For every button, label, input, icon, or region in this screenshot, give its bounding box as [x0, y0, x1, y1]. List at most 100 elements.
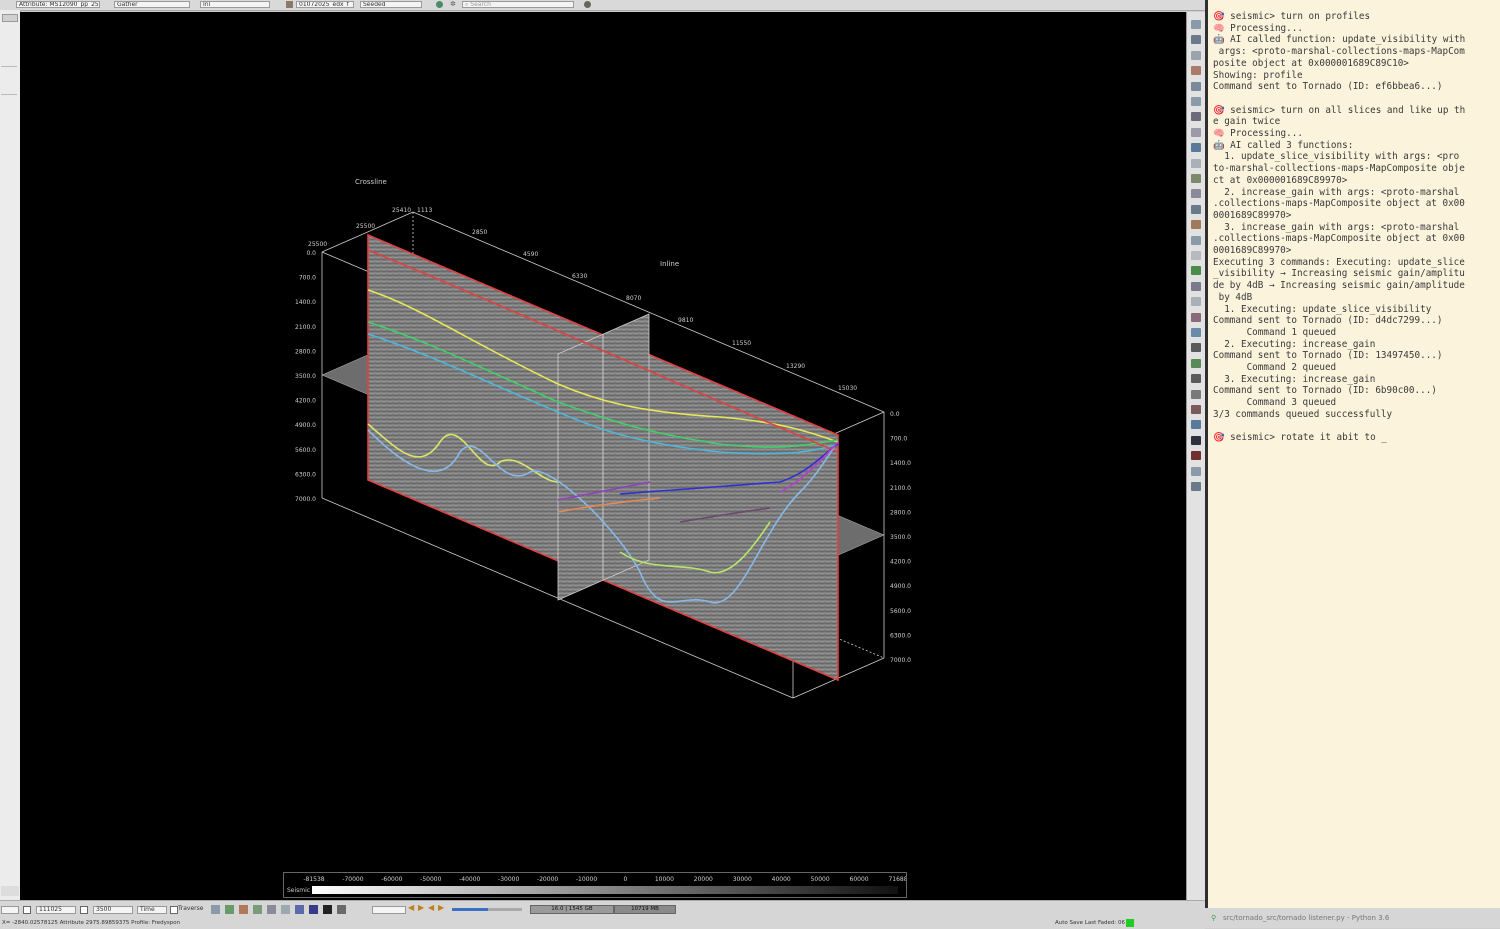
seismic-3d-viewer[interactable]: Crossline Inline 25500 25410 1113 2850 4590 6… — [20, 12, 1186, 900]
axis-select[interactable]: Inl — [200, 1, 270, 8]
bottom-tool-icon[interactable] — [239, 905, 248, 914]
x-field[interactable] — [1, 906, 19, 914]
colorbar-tick: -70000 — [342, 876, 363, 883]
view-tool-icon[interactable] — [1191, 143, 1201, 153]
view-tool-icon[interactable] — [1191, 435, 1201, 445]
search-placeholder: Search — [470, 1, 491, 8]
bottom-tool-icon[interactable] — [323, 905, 332, 914]
bottom-tool-icon[interactable] — [281, 905, 290, 914]
view-tool-icon[interactable] — [1191, 127, 1201, 137]
view-tool-icon[interactable] — [1191, 297, 1201, 307]
bottom-tool-icon[interactable] — [267, 905, 276, 914]
view-tool-icon[interactable] — [1191, 389, 1201, 399]
bottom-tool-icon[interactable] — [225, 905, 234, 914]
user-icon[interactable] — [584, 1, 591, 8]
left-depth-label: 4200.0 — [295, 398, 316, 405]
terminal-line: de by 4dB → Increasing seismic gain/ampl… — [1213, 280, 1465, 292]
survey-select[interactable]: 01072025_edx_f — [296, 1, 354, 8]
view-tool-icon[interactable] — [1191, 420, 1201, 430]
view-tool-icon[interactable] — [1191, 66, 1201, 76]
left-depth-label: 5600.0 — [295, 447, 316, 454]
view-tool-icon[interactable] — [1191, 281, 1201, 291]
page-select[interactable] — [372, 906, 406, 914]
memory-status: 16.0 | 1545 GB — [530, 905, 614, 914]
bottom-tool-icon[interactable] — [211, 905, 220, 914]
top-tick-label: 13290 — [786, 363, 805, 370]
y-checkbox[interactable] — [23, 906, 31, 914]
view-tool-icon[interactable] — [1191, 482, 1201, 491]
settings-icon[interactable]: ✲ — [450, 1, 458, 8]
view-tool-icon[interactable] — [1191, 343, 1201, 353]
window-title[interactable]: src/tornado_src/tornado listener.py - Py… — [1223, 914, 1389, 922]
bottom-tool-icon[interactable] — [253, 905, 262, 914]
view-tool-icon[interactable] — [1191, 405, 1201, 414]
right-depth-label: 7000.0 — [890, 657, 911, 664]
play-back-icon[interactable]: ◀ — [408, 903, 414, 912]
right-depth-label: 5600.0 — [890, 608, 911, 615]
gather-select[interactable]: Gather — [114, 1, 190, 8]
colorbar-svg: -81538 -70000 -60000 -50000 -40000 -30000 -200… — [287, 876, 908, 894]
domain-select[interactable]: Time — [137, 906, 167, 914]
bottom-tool-icon[interactable] — [295, 905, 304, 914]
view-tool-icon[interactable] — [1191, 97, 1201, 106]
bottom-tool-icon[interactable] — [337, 905, 346, 914]
view-tool-icon[interactable] — [1191, 112, 1201, 122]
left-depth-label: 2800.0 — [295, 348, 316, 355]
view-tool-icon[interactable] — [1191, 189, 1201, 199]
view-tool-icon[interactable] — [1191, 312, 1201, 322]
play-forward-icon[interactable]: ▶ — [418, 903, 424, 912]
crossline-section[interactable] — [557, 313, 650, 601]
speed-slider[interactable] — [452, 908, 522, 911]
z-field[interactable]: 3500 — [93, 906, 133, 914]
colorbar-tick: 50000 — [811, 876, 830, 883]
view-tool-icon[interactable] — [1191, 174, 1201, 183]
z-checkbox[interactable] — [80, 906, 88, 914]
attribute-select[interactable]: Attribute: MS12090_pp_25 — [16, 1, 100, 8]
left-depth-label: 700.0 — [299, 275, 316, 282]
terminal-panel[interactable]: 🎯 seismic> turn on profiles 🧠 Processing.… — [1205, 0, 1500, 908]
top-tick-label: 25500 — [356, 223, 375, 230]
view-tool-icon[interactable] — [1191, 466, 1201, 476]
panel-divider — [1, 66, 17, 67]
view-tool-icon[interactable] — [1191, 35, 1201, 45]
mode-select[interactable]: Seeded — [360, 1, 422, 8]
terminal-line: 🤖 AI called function: update_visibility … — [1213, 34, 1466, 46]
top-tick-label: 9810 — [678, 317, 693, 324]
top-tick-label: 8070 — [626, 295, 641, 302]
view-tool-icon[interactable] — [1191, 220, 1201, 230]
right-depth-ticks: 0.0 700.0 1400.0 2100.0 2800.0 3500.0 4200.0 49… — [890, 411, 911, 664]
view-tool-icon[interactable] — [1191, 235, 1201, 245]
globe-icon[interactable] — [436, 1, 443, 8]
terminal-line: Command sent to Tornado (ID: ef6bbea6...… — [1213, 81, 1443, 93]
terminal-line: 2. Executing: increase_gain — [1213, 338, 1376, 350]
view-tool-icon[interactable] — [1191, 81, 1201, 91]
view-tool-icon[interactable] — [1191, 204, 1201, 214]
left-top-label: 25500 — [308, 241, 327, 248]
right-depth-label: 0.0 — [890, 411, 900, 418]
python-icon: ⚲ — [1211, 914, 1217, 922]
view-tool-icon[interactable] — [1191, 358, 1201, 368]
step-back-icon[interactable]: ◀ — [428, 903, 434, 912]
terminal-line: ct at 0x000001689C89970> — [1213, 174, 1348, 186]
view-tool-icon[interactable] — [1191, 328, 1201, 337]
view-tool-icon[interactable] — [1191, 158, 1201, 168]
view-tool-icon[interactable] — [1191, 251, 1201, 260]
search-input[interactable]: ⌕ Search — [462, 1, 574, 8]
step-forward-icon[interactable]: ▶ — [438, 903, 444, 912]
terminal-line: 1. update_slice_visibility with args: <p… — [1213, 151, 1460, 163]
traverse-checkbox[interactable] — [170, 906, 178, 914]
view-tool-icon[interactable] — [1191, 266, 1201, 276]
view-tool-icon[interactable] — [1191, 451, 1201, 461]
right-depth-label: 6300.0 — [890, 632, 911, 639]
seismic-scene[interactable]: Crossline Inline 25500 25410 1113 2850 4590 6… — [20, 12, 1186, 900]
terminal-line: .collections-maps-MapComposite object at… — [1213, 233, 1465, 245]
view-tool-icon[interactable] — [1191, 50, 1201, 60]
view-tool-icon[interactable] — [1191, 374, 1201, 384]
terminal-line: 0001689C89970> — [1213, 209, 1292, 221]
y-field[interactable]: 111025 — [36, 906, 76, 914]
terminal-line: 3. increase_gain with args: <proto-marsh… — [1213, 221, 1460, 233]
bottom-tool-icon[interactable] — [309, 905, 318, 914]
panel-collapse-button[interactable] — [2, 14, 18, 22]
view-tool-icon[interactable] — [1191, 20, 1201, 29]
